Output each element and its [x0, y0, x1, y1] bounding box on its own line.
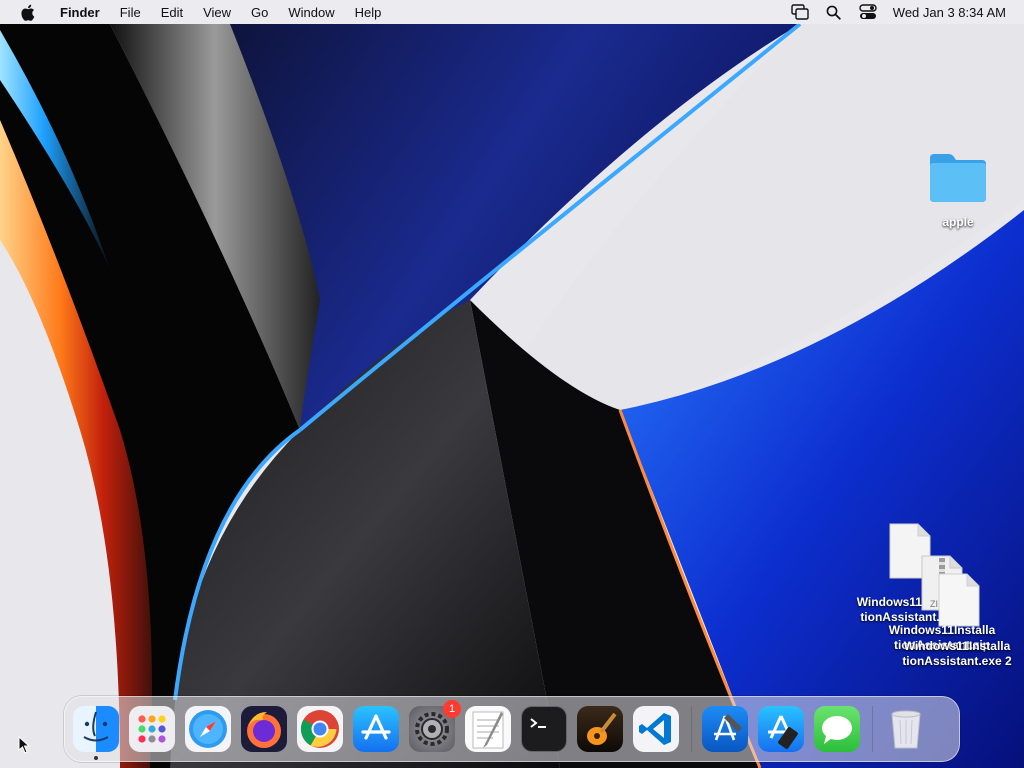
dock-vscode[interactable]	[633, 706, 679, 752]
chrome-icon	[300, 710, 339, 748]
folder-icon	[927, 150, 989, 209]
desktop-file-label-line2: tionAssistant.exe 2	[902, 654, 1012, 668]
menu-bar: Finder File Edit View Go Window Help Wed…	[0, 0, 1024, 24]
garageband-icon	[587, 712, 617, 745]
vscode-icon	[639, 713, 671, 745]
messages-icon	[822, 716, 852, 744]
dock-simulator[interactable]	[758, 706, 804, 752]
xcode-icon	[714, 714, 742, 741]
dock-firefox[interactable]	[241, 706, 287, 752]
screen-mirroring-icon[interactable]	[789, 1, 811, 23]
safari-icon	[189, 710, 227, 748]
dock-finder[interactable]	[73, 706, 119, 760]
desktop-folder-label: apple	[942, 215, 974, 229]
simulator-icon	[768, 715, 798, 749]
menu-app-name[interactable]: Finder	[50, 0, 110, 24]
trash-icon	[891, 710, 921, 749]
textedit-icon	[472, 711, 504, 749]
desktop-file-label-line1: Windows11Installa	[888, 623, 996, 637]
dock-textedit[interactable]	[465, 706, 511, 752]
menu-edit[interactable]: Edit	[151, 0, 193, 24]
apple-logo-icon[interactable]	[18, 3, 36, 21]
dock-safari[interactable]	[185, 706, 231, 752]
desktop-file-exe-2-label[interactable]: Windows11Installa tionAssistant.exe 2	[890, 639, 1024, 669]
menu-view[interactable]: View	[193, 0, 241, 24]
menu-go[interactable]: Go	[241, 0, 278, 24]
dock-system-settings[interactable]: 1	[409, 700, 461, 752]
dock-separator	[872, 706, 873, 752]
running-indicator	[94, 756, 98, 760]
app-store-icon	[361, 714, 391, 740]
desktop-folder-apple[interactable]: apple	[918, 150, 998, 230]
dock-launchpad[interactable]	[129, 706, 175, 752]
dock-app-store[interactable]	[353, 706, 399, 752]
notification-badge: 1	[443, 700, 461, 718]
menu-file[interactable]: File	[110, 0, 151, 24]
dock-terminal[interactable]	[521, 706, 567, 752]
dock-trash[interactable]	[883, 706, 929, 752]
dock-separator	[691, 706, 692, 752]
menu-window[interactable]: Window	[278, 0, 344, 24]
mouse-cursor-icon	[18, 735, 31, 759]
finder-icon	[83, 711, 109, 742]
control-center-icon[interactable]	[857, 1, 879, 23]
desktop-file-label-line1: Windows11Installa	[903, 639, 1011, 653]
dock: 1	[64, 696, 960, 762]
spotlight-search-icon[interactable]	[823, 1, 845, 23]
dock-garageband[interactable]	[577, 706, 623, 752]
launchpad-icon	[138, 715, 166, 743]
terminal-icon	[530, 718, 546, 728]
menu-help[interactable]: Help	[345, 0, 392, 24]
desktop-wallpaper	[0, 0, 1024, 768]
firefox-icon	[247, 712, 281, 748]
dock-messages[interactable]	[814, 706, 860, 752]
dock-chrome[interactable]	[297, 706, 343, 752]
dock-xcode[interactable]	[702, 706, 748, 752]
menu-clock[interactable]: Wed Jan 3 8:34 AM	[893, 5, 1006, 20]
